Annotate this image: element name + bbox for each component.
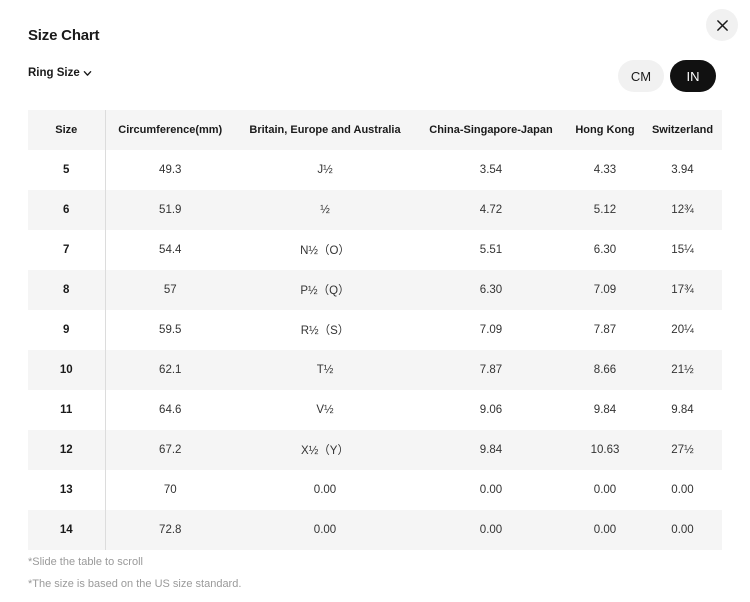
table-row: 12 67.2 X½（Y） 9.84 10.63 27½ [28,430,722,470]
unit-toggle: CM IN [618,60,716,92]
table-cell: 59.5 [159,324,182,336]
column-header: China-Singapore-Japan [415,110,567,150]
table-cell: 62.1 [105,350,235,390]
table-cell: N½（O） [300,245,350,257]
table-cell: 21½ [643,350,722,390]
size-table: Size Circumference(mm) Britain, Europe a… [28,110,722,550]
close-button[interactable] [706,9,738,41]
table-row: 8 57 P½（Q） 6.30 7.09 17¾ [28,270,722,310]
size-cell: 14 [28,510,106,550]
table-cell: 57 [105,270,235,310]
table-cell: X½（Y） [235,430,415,470]
chevron-down-icon [83,71,92,76]
table-row: 5 49.3 J½ 3.54 4.33 3.94 [28,150,722,190]
table-cell: 3.54 [479,164,503,176]
size-cell: 7 [28,230,106,270]
table-cell: J½ [317,164,333,176]
ring-size-label: Ring Size [28,67,80,79]
table-cell: T½ [235,350,415,390]
table-cell: 4.72 [415,190,567,230]
column-header: Hong Kong [567,110,643,150]
table-cell: 0.00 [415,510,567,550]
size-cell: 8 [28,270,106,310]
table-cell: 17¾ [643,270,722,310]
page-title: Size Chart [28,27,100,44]
table-row: 13 70 0.00 0.00 0.00 0.00 [28,470,722,510]
close-icon [716,19,728,31]
table-cell: 0.00 [479,484,503,496]
table-cell: 10.63 [567,430,643,470]
table-cell: R½（S） [300,325,350,337]
table-cell: 15¼ [671,244,694,256]
table-cell: ½ [235,190,415,230]
table-cell: 0.00 [593,484,617,496]
table-cell: 9.06 [479,404,503,416]
size-table-container[interactable]: Size Circumference(mm) Britain, Europe a… [28,110,722,550]
column-header: Circumference(mm) [105,110,235,150]
table-cell: 5.12 [567,190,643,230]
table-cell: 7.87 [593,324,617,336]
table-cell: 64.6 [159,404,182,416]
table-cell: 0.00 [671,484,694,496]
table-cell: 8.66 [567,350,643,390]
table-row: 6 51.9 ½ 4.72 5.12 12¾ [28,190,722,230]
size-cell: 11 [28,390,106,430]
table-cell: 0.00 [313,484,337,496]
table-cell: 9.84 [671,404,694,416]
table-cell: P½（Q） [235,270,415,310]
table-cell: 7.09 [479,324,503,336]
size-cell: 5 [28,150,106,190]
table-cell: 7.87 [415,350,567,390]
table-header-row: Size Circumference(mm) Britain, Europe a… [28,110,722,150]
table-cell: 54.4 [159,244,182,256]
size-cell: 13 [28,470,106,510]
table-cell: 9.84 [593,404,617,416]
table-cell: 51.9 [105,190,235,230]
size-cell: 12 [28,430,106,470]
column-header: Size [28,110,106,150]
table-cell: 49.3 [159,164,182,176]
table-row: 10 62.1 T½ 7.87 8.66 21½ [28,350,722,390]
table-cell: 0.00 [235,510,415,550]
table-cell: 0.00 [643,510,722,550]
column-header: Switzerland [643,110,722,150]
table-cell: 7.09 [567,270,643,310]
size-cell: 9 [28,310,106,350]
table-cell: 6.30 [415,270,567,310]
table-row: 14 72.8 0.00 0.00 0.00 0.00 [28,510,722,550]
table-cell: 20¼ [671,324,694,336]
table-cell: 70 [163,484,177,496]
column-header: Britain, Europe and Australia [235,110,415,150]
unit-cm-button[interactable]: CM [618,60,664,92]
table-cell: 72.8 [105,510,235,550]
size-cell: 6 [28,190,106,230]
unit-in-button[interactable]: IN [670,60,716,92]
table-cell: 67.2 [105,430,235,470]
table-row: 9 59.5 R½（S） 7.09 7.87 20¼ [28,310,722,350]
table-cell: 4.33 [593,164,617,176]
table-cell: 3.94 [671,164,694,176]
size-cell: 10 [28,350,106,390]
scroll-note: *Slide the table to scroll [28,556,143,568]
table-cell: 9.84 [415,430,567,470]
standard-note: *The size is based on the US size standa… [28,578,242,590]
ring-size-dropdown[interactable]: Ring Size [28,67,92,79]
table-cell: 27½ [643,430,722,470]
table-cell: V½ [316,404,334,416]
table-cell: 0.00 [567,510,643,550]
table-cell: 6.30 [593,244,617,256]
table-cell: 12¾ [643,190,722,230]
table-row: 7 54.4 N½（O） 5.51 6.30 15¼ [28,230,722,270]
table-row: 11 64.6 V½ 9.06 9.84 9.84 [28,390,722,430]
table-cell: 5.51 [479,244,503,256]
